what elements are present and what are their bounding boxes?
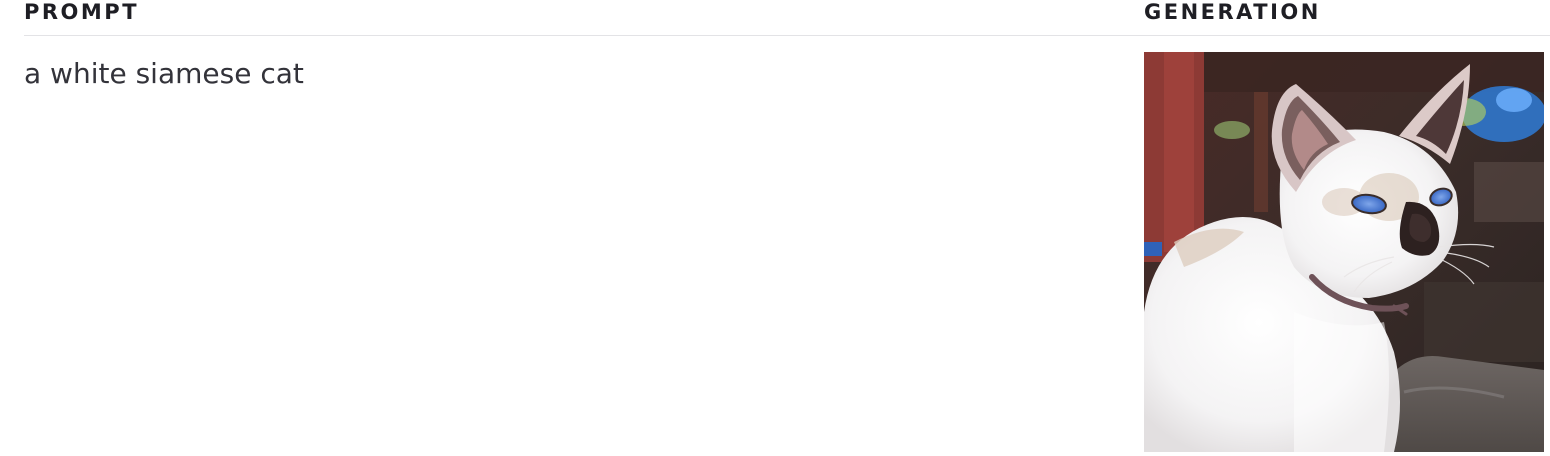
cat-illustration (1144, 52, 1544, 452)
generated-cat-image (1144, 52, 1544, 452)
column-header-generation: GENERATION (1144, 0, 1321, 24)
table-header-row: PROMPT GENERATION (24, 0, 1550, 36)
prompt-text: a white siamese cat (24, 57, 304, 90)
column-header-prompt: PROMPT (24, 0, 140, 24)
